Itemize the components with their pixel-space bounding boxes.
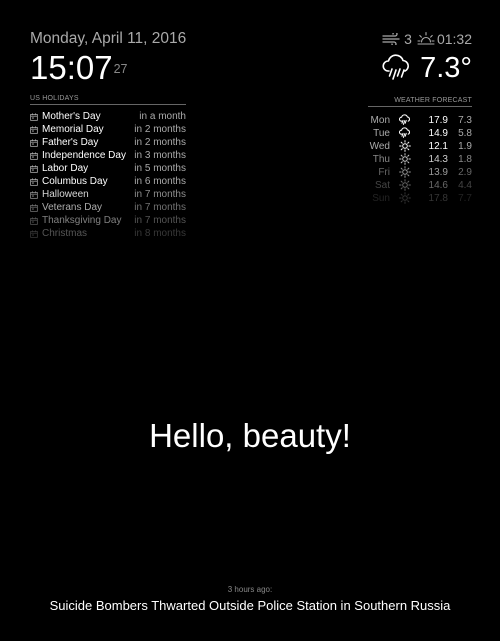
weather-current-row: 7.3° — [382, 50, 472, 86]
holiday-name: Independence Day — [42, 150, 126, 161]
forecast-max: 14.9 — [428, 128, 448, 139]
clock-hours-minutes: 15:07 — [30, 49, 113, 86]
calendar-icon — [30, 164, 38, 173]
holiday-name: Thanksgiving Day — [42, 215, 122, 226]
holiday-name: Labor Day — [42, 163, 89, 174]
wind-speed: 3 — [404, 31, 412, 47]
holiday-list: Mother's Day in a month Memorial Day in … — [30, 110, 186, 240]
forecast-max: 17.8 — [428, 193, 448, 204]
holiday-when: in 7 months — [134, 202, 186, 213]
sun-icon — [399, 166, 411, 179]
forecast-day: Tue — [373, 128, 390, 139]
sun-icon — [399, 153, 411, 166]
forecast-min: 7.3 — [458, 115, 472, 126]
forecast-min: 1.8 — [458, 154, 472, 165]
rain-cloud-icon — [382, 54, 410, 80]
calendar-icon — [30, 190, 38, 199]
holidays-header: US HOLIDAYS — [30, 95, 186, 105]
holiday-when: in 2 months — [134, 124, 186, 135]
calendar-icon — [30, 216, 38, 225]
holiday-row: Labor Day in 5 months — [30, 162, 186, 175]
holiday-when: in 6 months — [134, 176, 186, 187]
holidays-module: US HOLIDAYS Mother's Day in a month Memo… — [30, 95, 186, 240]
sun-time: 01:32 — [436, 31, 472, 47]
calendar-icon — [30, 203, 38, 212]
calendar-icon — [30, 125, 38, 134]
holiday-name: Mother's Day — [42, 111, 101, 122]
forecast-row: Fri 13.9 2.9 — [368, 166, 472, 179]
wind-icon — [382, 33, 400, 45]
weather-forecast-module: WEATHER FORECAST Mon 17.9 7.3 Tue 14.9 5… — [368, 97, 472, 205]
forecast-max: 14.6 — [428, 180, 448, 191]
holiday-row: Father's Day in 2 months — [30, 136, 186, 149]
holiday-name: Christmas — [42, 228, 88, 239]
forecast-day: Sat — [374, 180, 390, 191]
forecast-row: Thu 14.3 1.8 — [368, 153, 472, 166]
forecast-min: 5.8 — [458, 128, 472, 139]
holiday-row: Memorial Day in 2 months — [30, 123, 186, 136]
rain-cloud-icon — [399, 114, 410, 126]
forecast-row: Tue 14.9 5.8 — [368, 127, 472, 140]
holiday-name: Columbus Day — [42, 176, 108, 187]
holiday-when: in a month — [139, 111, 186, 122]
sun-icon — [399, 140, 411, 153]
clock-time: 15:0727 — [30, 50, 186, 86]
weather-wind-sun-row: 3 01:32 — [382, 30, 472, 48]
holiday-when: in 7 months — [134, 189, 186, 200]
forecast-header: WEATHER FORECAST — [368, 97, 472, 107]
holiday-name: Father's Day — [42, 137, 99, 148]
calendar-icon — [30, 229, 38, 238]
current-temperature: 7.3° — [420, 52, 472, 84]
holiday-row: Christmas in 8 months — [30, 227, 186, 240]
holiday-row: Halloween in 7 months — [30, 188, 186, 201]
clock-date: Monday, April 11, 2016 — [30, 30, 187, 47]
holiday-row: Mother's Day in a month — [30, 110, 186, 123]
news-time-ago: 3 hours ago: — [227, 585, 273, 594]
holiday-when: in 7 months — [134, 215, 186, 226]
rain-cloud-icon — [399, 127, 410, 139]
forecast-max: 12.1 — [428, 141, 448, 152]
holiday-row: Columbus Day in 6 months — [30, 175, 186, 188]
forecast-day: Mon — [370, 115, 390, 126]
holiday-name: Veterans Day — [42, 202, 103, 213]
forecast-row: Wed 12.1 1.9 — [368, 140, 472, 153]
holiday-when: in 3 months — [134, 150, 186, 161]
calendar-icon — [30, 112, 38, 121]
holiday-when: in 8 months — [134, 228, 186, 239]
holiday-row: Thanksgiving Day in 7 months — [30, 214, 186, 227]
holiday-when: in 5 months — [134, 163, 186, 174]
forecast-max: 14.3 — [428, 154, 448, 165]
sun-icon — [399, 179, 411, 192]
forecast-min: 7.7 — [458, 193, 472, 204]
forecast-day: Thu — [372, 154, 390, 165]
forecast-max: 17.9 — [428, 115, 448, 126]
holiday-name: Memorial Day — [42, 124, 104, 135]
holiday-when: in 2 months — [134, 137, 186, 148]
forecast-min: 2.9 — [458, 167, 472, 178]
clock-module: Monday, April 11, 2016 15:0727 — [30, 30, 186, 86]
newsfeed-module: 3 hours ago: Suicide Bombers Thwarted Ou… — [0, 584, 500, 614]
holiday-row: Independence Day in 3 months — [30, 149, 186, 162]
news-headline: Suicide Bombers Thwarted Outside Police … — [49, 598, 451, 613]
current-weather-module: 3 01:32 7.3° — [382, 30, 472, 86]
forecast-table: Mon 17.9 7.3 Tue 14.9 5.8 Wed 12.1 1.9 T… — [368, 114, 472, 205]
forecast-row: Sun 17.8 7.7 — [368, 192, 472, 205]
forecast-day: Fri — [378, 167, 390, 178]
clock-seconds: 27 — [113, 62, 128, 76]
forecast-max: 13.9 — [428, 167, 448, 178]
forecast-min: 1.9 — [458, 141, 472, 152]
calendar-icon — [30, 138, 38, 147]
holiday-name: Halloween — [42, 189, 89, 200]
compliment-text: Hello, beauty! — [149, 417, 351, 454]
sunrise-icon — [417, 31, 435, 45]
forecast-day: Wed — [369, 141, 390, 152]
forecast-row: Mon 17.9 7.3 — [368, 114, 472, 127]
holiday-row: Veterans Day in 7 months — [30, 201, 186, 214]
calendar-icon — [30, 151, 38, 160]
forecast-min: 4.4 — [458, 180, 472, 191]
sun-icon — [399, 192, 411, 205]
calendar-icon — [30, 177, 38, 186]
forecast-row: Sat 14.6 4.4 — [368, 179, 472, 192]
forecast-day: Sun — [372, 193, 390, 204]
